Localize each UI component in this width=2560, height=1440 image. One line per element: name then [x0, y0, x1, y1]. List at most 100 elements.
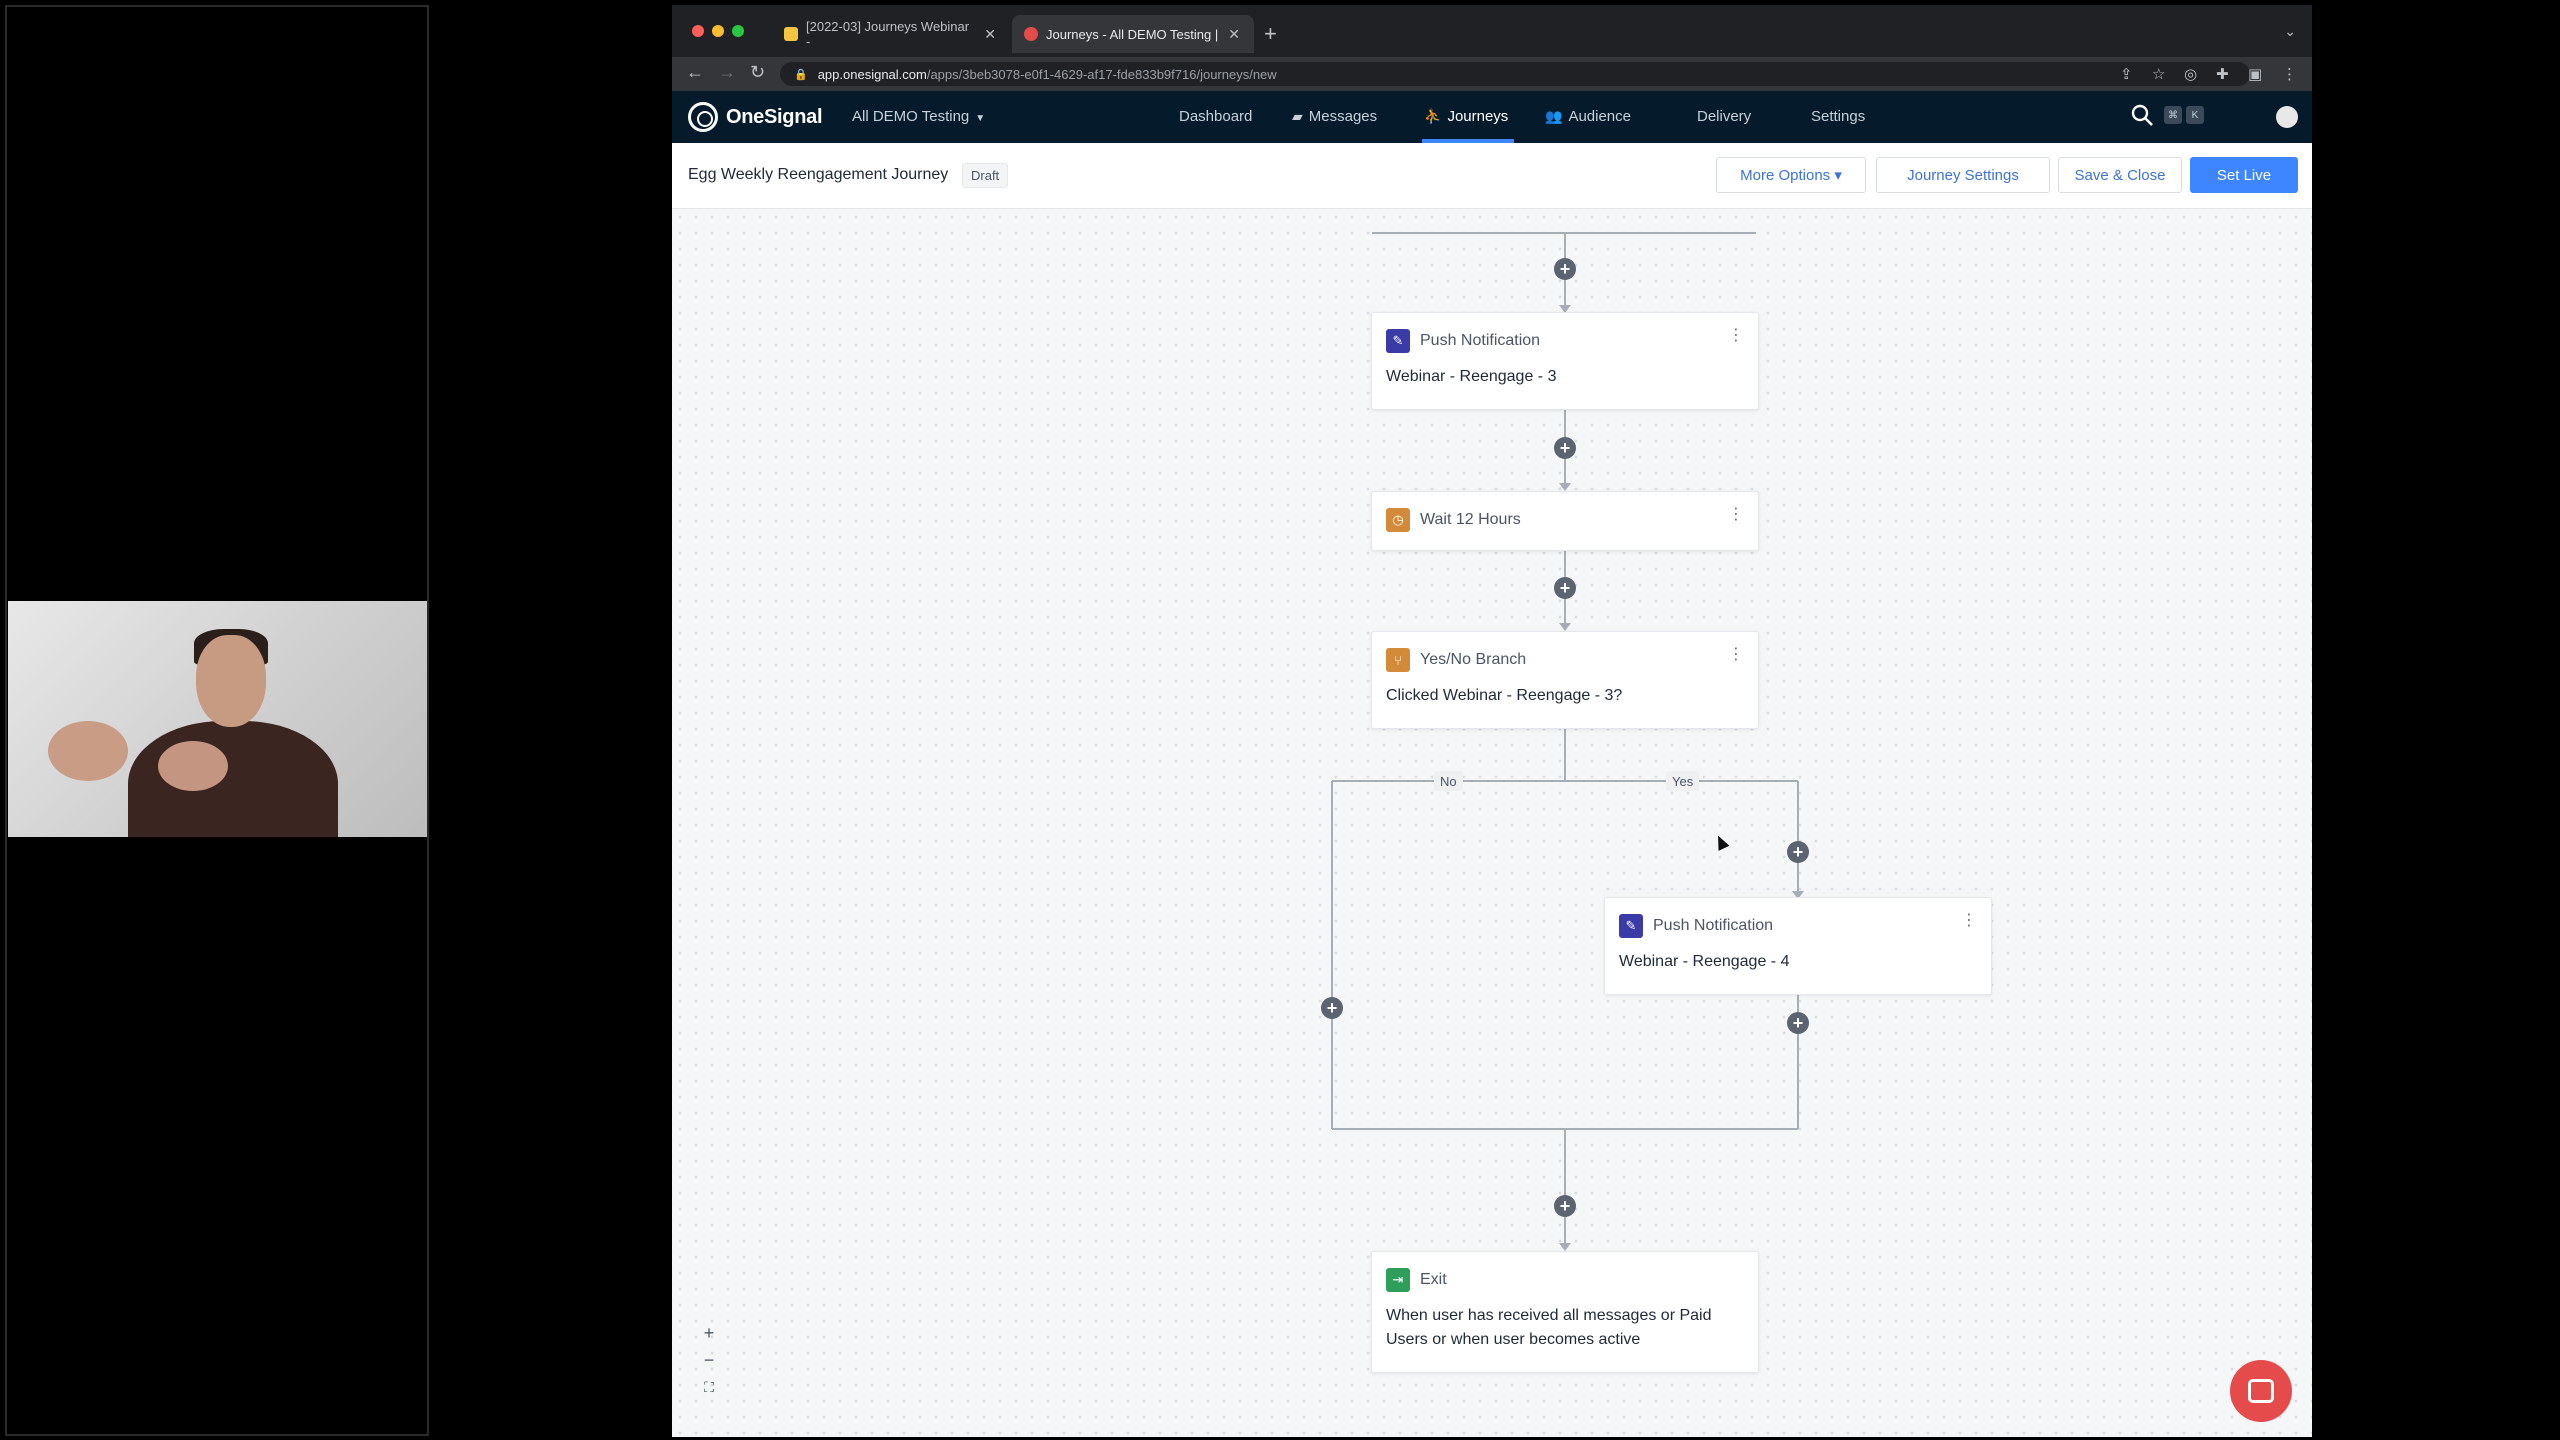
- forward-icon[interactable]: →: [718, 62, 736, 83]
- exit-node[interactable]: ⇥ Exit When user has received all messag…: [1371, 1251, 1759, 1373]
- extension-icon[interactable]: ◎: [2184, 65, 2197, 83]
- journey-canvas[interactable]: + + + + + + + ✎ Push Notification ⋮ Webi…: [672, 209, 2312, 1437]
- add-step-button[interactable]: +: [1787, 1012, 1809, 1034]
- node-type: Wait 12 Hours: [1420, 511, 1521, 528]
- shortcut-key: K: [2186, 106, 2204, 124]
- add-step-button[interactable]: +: [1554, 437, 1576, 459]
- caret-down-icon: ▼: [975, 113, 986, 124]
- set-live-button[interactable]: Set Live: [2190, 157, 2298, 193]
- slides-icon: [784, 27, 798, 41]
- browser-window: [2022-03] Journeys Webinar - ✕ Journeys …: [672, 5, 2312, 1437]
- add-step-button[interactable]: +: [1554, 258, 1576, 280]
- kebab-menu-icon[interactable]: ⋮: [1728, 644, 1744, 664]
- tab-label: Journeys - All DEMO Testing |: [1046, 26, 1219, 42]
- tab-strip: [2022-03] Journeys Webinar - ✕ Journeys …: [672, 5, 2312, 57]
- address-bar-row: ← → ↻ 🔒 app.onesignal.com /apps/3beb3078…: [672, 57, 2312, 91]
- save-close-button[interactable]: Save & Close: [2058, 157, 2182, 193]
- push-notification-icon: ✎: [1619, 914, 1643, 938]
- webcam-feed: [8, 601, 427, 837]
- search-icon[interactable]: [2130, 103, 2154, 127]
- node-body: Clicked Webinar - Reengage - 3?: [1386, 687, 1623, 704]
- journey-header: Egg Weekly Reengagement Journey Draft Mo…: [672, 143, 2312, 209]
- maximize-window-button[interactable]: [732, 25, 744, 37]
- more-options-button[interactable]: More Options ▾: [1716, 157, 1866, 193]
- presenter-body: [128, 721, 338, 837]
- presenter-hand: [48, 721, 128, 781]
- nav-label: Settings: [1811, 108, 1866, 125]
- app-name: All DEMO Testing: [852, 108, 970, 125]
- node-body: Webinar - Reengage - 3: [1386, 368, 1557, 385]
- node-type: Push Notification: [1420, 332, 1541, 349]
- close-window-button[interactable]: [692, 25, 704, 37]
- minimize-window-button[interactable]: [712, 25, 724, 37]
- browser-tab-active[interactable]: Journeys - All DEMO Testing | ✕: [1012, 15, 1254, 53]
- node-type: Exit: [1420, 1271, 1447, 1288]
- presenter-head: [196, 635, 266, 727]
- nav-label: Journeys: [1447, 108, 1509, 125]
- nav-label: Dashboard: [1179, 108, 1253, 125]
- journey-title: Egg Weekly Reengagement Journey: [688, 166, 949, 183]
- node-body: When user has received all messages or P…: [1386, 1307, 1712, 1348]
- status-badge: Draft: [962, 163, 1009, 188]
- fit-view-button[interactable]: ⛶: [698, 1376, 720, 1398]
- add-step-button[interactable]: +: [1787, 841, 1809, 863]
- zoom-in-button[interactable]: +: [698, 1322, 720, 1344]
- audience-icon: 👥: [1545, 108, 1563, 124]
- back-icon[interactable]: ←: [686, 62, 704, 83]
- add-step-button[interactable]: +: [1321, 997, 1343, 1019]
- kebab-menu-icon[interactable]: ⋮: [1961, 910, 1977, 930]
- nav-audience[interactable]: 👥 Audience: [1545, 108, 1631, 125]
- zoom-out-button[interactable]: −: [698, 1349, 720, 1371]
- add-step-button[interactable]: +: [1554, 577, 1576, 599]
- tab-search-chevron-icon[interactable]: ⌄: [2284, 23, 2296, 40]
- journey-settings-button[interactable]: Journey Settings: [1876, 157, 2050, 193]
- nav-label: Delivery: [1697, 108, 1752, 125]
- browser-tab[interactable]: [2022-03] Journeys Webinar - ✕: [772, 15, 1008, 53]
- branch-icon: ⑂: [1386, 648, 1410, 672]
- presenter-hand: [158, 741, 228, 791]
- puzzle-icon[interactable]: ✚: [2216, 65, 2229, 83]
- journey-icon: ⛹: [1424, 108, 1442, 124]
- kebab-menu-icon[interactable]: ⋮: [1728, 504, 1744, 524]
- new-tab-icon[interactable]: +: [1264, 21, 1277, 47]
- onesignal-logo-icon: [688, 102, 718, 132]
- nav-messages[interactable]: ▰ Messages: [1292, 108, 1377, 125]
- clock-icon: ◷: [1386, 508, 1410, 532]
- close-tab-icon[interactable]: ✕: [1228, 26, 1240, 43]
- bookmark-star-icon[interactable]: ☆: [2152, 65, 2165, 83]
- yes-no-branch-node[interactable]: ⑂ Yes/No Branch ⋮ Clicked Webinar - Reen…: [1371, 631, 1759, 729]
- share-icon[interactable]: ⇪: [2120, 65, 2133, 83]
- onesignal-logo[interactable]: OneSignal: [688, 102, 823, 132]
- profile-extension-icon[interactable]: ▣: [2248, 65, 2262, 83]
- chat-support-button[interactable]: [2230, 1360, 2292, 1422]
- branch-no-label: No: [1434, 771, 1463, 791]
- nav-settings[interactable]: Settings: [1811, 108, 1865, 125]
- lock-icon: 🔒: [794, 68, 808, 81]
- exit-icon: ⇥: [1386, 1268, 1410, 1292]
- reload-icon[interactable]: ↻: [750, 62, 765, 83]
- wait-node[interactable]: ◷ Wait 12 Hours ⋮: [1371, 491, 1759, 551]
- url-path: /apps/3beb3078-e0f1-4629-af17-fde833b9f7…: [926, 66, 1277, 82]
- url-host: app.onesignal.com: [817, 66, 927, 82]
- nav-delivery[interactable]: Delivery: [1697, 108, 1751, 125]
- push-notification-node[interactable]: ✎ Push Notification ⋮ Webinar - Reengage…: [1371, 312, 1759, 410]
- tab-label: [2022-03] Journeys Webinar -: [806, 19, 970, 49]
- avatar[interactable]: [2276, 106, 2298, 128]
- push-notification-icon: ✎: [1386, 329, 1410, 353]
- logo-text: OneSignal: [726, 105, 823, 128]
- browser-menu-icon[interactable]: ⋮: [2282, 65, 2297, 83]
- screen: [2022-03] Journeys Webinar - ✕ Journeys …: [0, 0, 2560, 1440]
- node-type: Yes/No Branch: [1420, 651, 1527, 668]
- add-step-button[interactable]: +: [1554, 1195, 1576, 1217]
- nav-label: Audience: [1568, 108, 1631, 125]
- close-tab-icon[interactable]: ✕: [984, 26, 996, 43]
- push-notification-node[interactable]: ✎ Push Notification ⋮ Webinar - Reengage…: [1604, 897, 1992, 995]
- app-selector[interactable]: All DEMO Testing ▼: [852, 108, 985, 125]
- node-body: Webinar - Reengage - 4: [1619, 953, 1790, 970]
- node-type: Push Notification: [1653, 917, 1774, 934]
- url-field[interactable]: 🔒 app.onesignal.com /apps/3beb3078-e0f1-…: [780, 62, 2250, 86]
- nav-journeys[interactable]: ⛹ Journeys: [1424, 108, 1508, 125]
- nav-dashboard[interactable]: Dashboard: [1179, 108, 1252, 125]
- kebab-menu-icon[interactable]: ⋮: [1728, 325, 1744, 345]
- branch-yes-label: Yes: [1666, 771, 1700, 791]
